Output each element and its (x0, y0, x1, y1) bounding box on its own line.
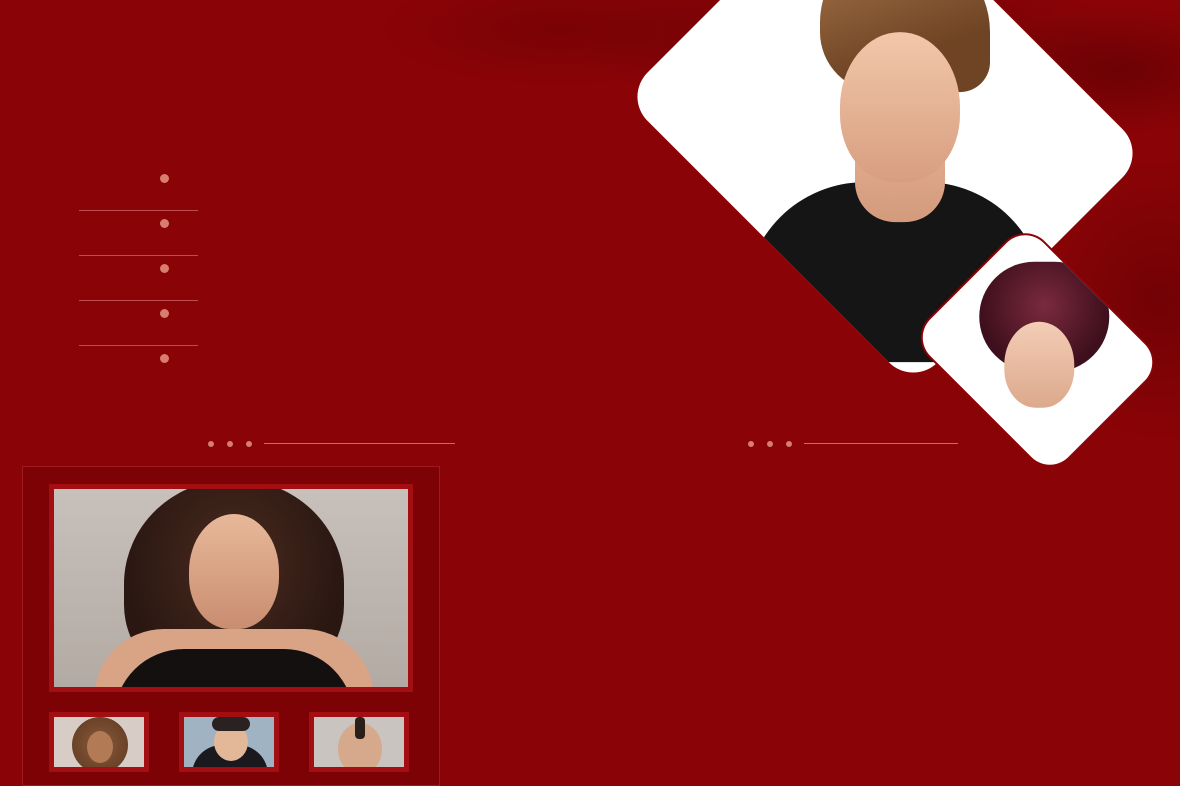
model-long-hair-portrait (54, 489, 408, 687)
nav-item-4[interactable] (79, 301, 198, 346)
dot-icon (227, 441, 233, 447)
bullet-dot-icon (160, 174, 169, 183)
divider-line (804, 443, 958, 444)
dot-icon (246, 441, 252, 447)
dot-icon (748, 441, 754, 447)
dot-icon (786, 441, 792, 447)
face (1004, 321, 1075, 408)
gallery-thumbnail-2[interactable] (179, 712, 279, 772)
gallery-thumbnail-1[interactable] (49, 712, 149, 772)
mohawk-hair (355, 717, 365, 739)
curly-afro-portrait (54, 717, 144, 767)
bullet-dot-icon (160, 309, 169, 318)
face (87, 731, 113, 763)
dot-icon (767, 441, 773, 447)
man-spiky-hair-portrait (184, 717, 274, 767)
nav-item-3[interactable] (79, 256, 198, 301)
spiky-hair (212, 717, 250, 731)
main-nav (79, 166, 198, 391)
dot-icon (208, 441, 214, 447)
section-divider-right (748, 441, 960, 449)
gallery-thumbnail-3[interactable] (309, 712, 409, 772)
nav-item-1[interactable] (79, 166, 198, 211)
bullet-dot-icon (160, 219, 169, 228)
gallery-main-image[interactable] (49, 484, 413, 692)
divider-line (264, 443, 455, 444)
photo-gallery (22, 466, 440, 786)
mohawk-portrait (314, 717, 404, 767)
nav-item-2[interactable] (79, 211, 198, 256)
bullet-dot-icon (160, 264, 169, 273)
section-divider-left (208, 441, 455, 449)
bullet-dot-icon (160, 354, 169, 363)
face (840, 32, 960, 183)
nav-item-5[interactable] (79, 346, 198, 391)
face (189, 514, 279, 629)
